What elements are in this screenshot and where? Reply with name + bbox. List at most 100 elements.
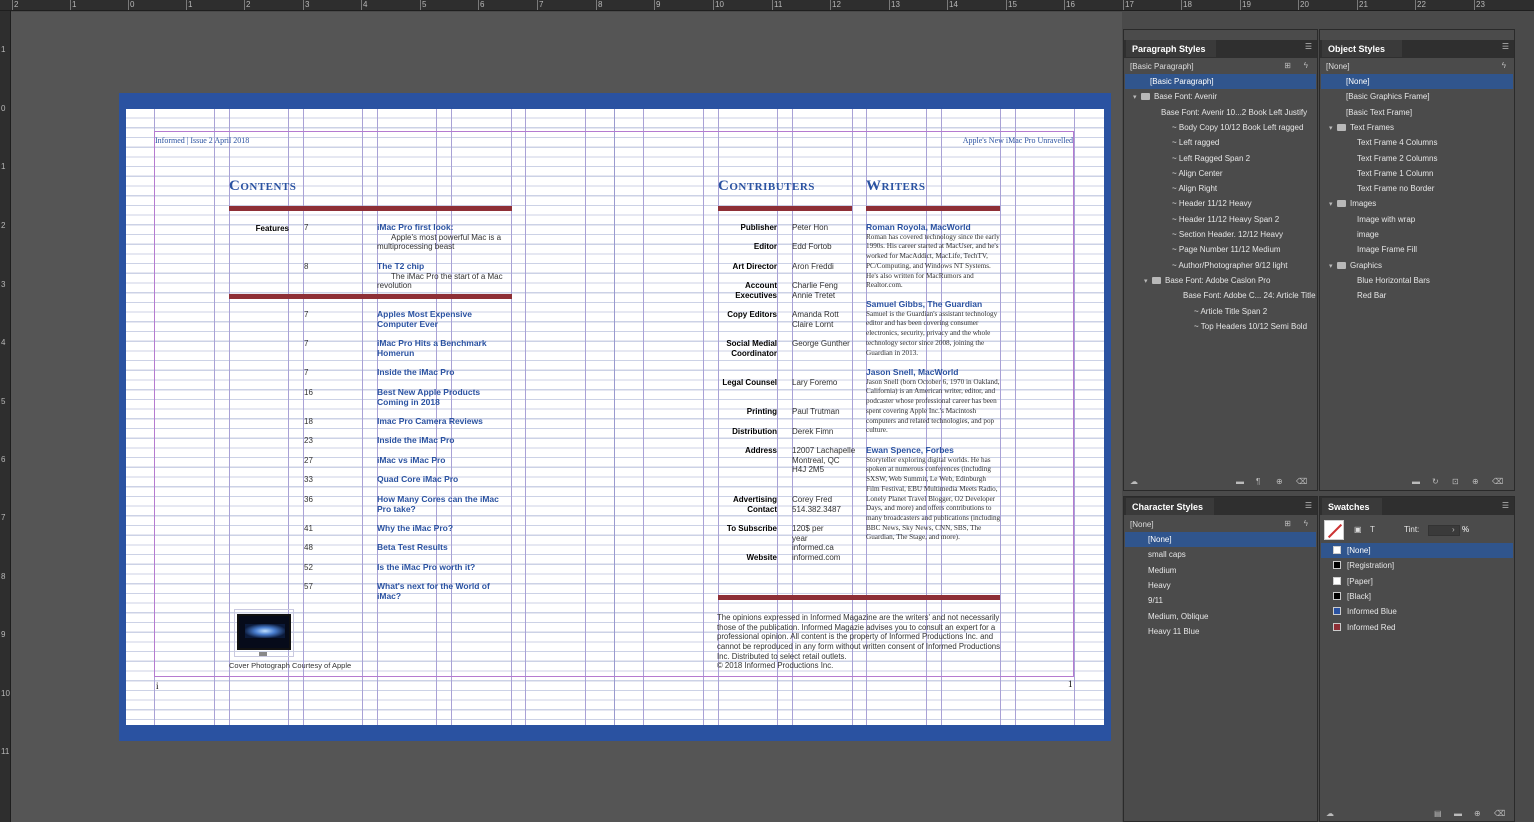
style-item[interactable]: image: [1321, 227, 1513, 242]
new-color-group-icon[interactable]: ▤: [1434, 809, 1442, 818]
lightning-icon[interactable]: ϟ: [1304, 61, 1308, 70]
folder-icon[interactable]: ▬: [1236, 477, 1244, 486]
contents-entry[interactable]: iMac Pro first look: Apple's most powerfu…: [377, 222, 512, 252]
document-spread[interactable]: Informed | Issue 2 April 2018 Apple's Ne…: [126, 109, 1104, 725]
contents-entry-title[interactable]: Inside the iMac Pro: [377, 435, 512, 446]
contents-entry-title[interactable]: The T2 chip: [377, 261, 512, 272]
style-item[interactable]: ~ Header 11/12 Heavy: [1125, 196, 1316, 211]
contents-entry-title[interactable]: iMac Pro Hits a Benchmark Homerun: [377, 338, 512, 358]
lightning-icon[interactable]: ϟ: [1502, 61, 1506, 70]
contents-entry-title[interactable]: Beta Test Results: [377, 542, 512, 553]
character-styles-panel[interactable]: Character Styles ☰ [None] ⊞ ϟ [None] smal…: [1123, 496, 1318, 822]
contents-entry[interactable]: iMac Pro Hits a Benchmark Homerun: [377, 338, 512, 358]
imac-image[interactable]: [237, 614, 291, 650]
style-item[interactable]: Base Font: Adobe C... 24: Article Title: [1125, 288, 1316, 303]
lightning-icon[interactable]: ϟ: [1304, 519, 1308, 528]
style-item[interactable]: ~ Article Title Span 2: [1125, 304, 1316, 319]
style-item[interactable]: ▾ Text Frames: [1321, 120, 1513, 135]
formatting-text-icon[interactable]: T: [1370, 525, 1375, 534]
style-item[interactable]: [None]: [1321, 74, 1513, 90]
tab-paragraph-styles[interactable]: Paragraph Styles: [1126, 40, 1216, 57]
contents-entry[interactable]: Why the iMac Pro?: [377, 523, 512, 534]
contents-entry[interactable]: Best New Apple Products Coming in 2018: [377, 387, 512, 407]
contents-entry-title[interactable]: Quad Core iMac Pro: [377, 474, 512, 485]
panel-menu-icon[interactable]: ☰: [1502, 501, 1509, 510]
style-item[interactable]: Text Frame 2 Columns: [1321, 151, 1513, 166]
style-item[interactable]: Blue Horizontal Bars: [1321, 273, 1513, 288]
contents-entry-title[interactable]: Apples Most Expensive Computer Ever: [377, 309, 512, 329]
style-item[interactable]: ~ Align Center: [1125, 166, 1316, 181]
contents-entry[interactable]: Quad Core iMac Pro: [377, 474, 512, 485]
new-swatch-icon[interactable]: ⊕: [1474, 809, 1481, 818]
contents-entry-title[interactable]: iMac vs iMac Pro: [377, 455, 512, 466]
swatch-item[interactable]: Informed Blue: [1321, 604, 1513, 619]
contents-entry[interactable]: Inside the iMac Pro: [377, 367, 512, 378]
style-item[interactable]: ▾ Base Font: Avenir: [1125, 89, 1316, 104]
horizontal-ruler[interactable]: 2 1 0 1 2 3 4 5 6 7 8 9 10 11 12 13 14 15 16 17 18 19 20 21 22 23: [0, 0, 1534, 11]
panel-menu-icon[interactable]: ☰: [1502, 42, 1509, 51]
style-item[interactable]: ~ Section Header. 12/12 Heavy: [1125, 227, 1316, 242]
contents-entry[interactable]: What's next for the World of iMac?: [377, 581, 512, 601]
disclosure-triangle-icon[interactable]: ▾: [1329, 121, 1337, 136]
style-item[interactable]: ▾ Graphics: [1321, 258, 1513, 273]
swatch-item[interactable]: Informed Red: [1321, 620, 1513, 635]
contents-entry[interactable]: iMac vs iMac Pro: [377, 455, 512, 466]
clear-attributes-icon[interactable]: ⊡: [1452, 477, 1459, 486]
folder-icon[interactable]: ▬: [1454, 809, 1462, 818]
vertical-ruler[interactable]: 1 0 1 2 3 4 5 6 7 8 9 10 11: [0, 11, 11, 822]
style-item[interactable]: ~ Align Right: [1125, 181, 1316, 196]
swatch-options-icon[interactable]: ☁: [1326, 809, 1334, 818]
new-style-group-icon[interactable]: ⊞: [1284, 61, 1291, 70]
panel-menu-icon[interactable]: ☰: [1305, 501, 1312, 510]
contents-entry[interactable]: Is the iMac Pro worth it?: [377, 562, 512, 573]
trash-icon[interactable]: ⌫: [1492, 477, 1503, 486]
contents-entry-title[interactable]: Imac Pro Camera Reviews: [377, 416, 512, 427]
swatch-item[interactable]: [Paper]: [1321, 574, 1513, 589]
style-item[interactable]: Text Frame 1 Column: [1321, 166, 1513, 181]
style-item[interactable]: Text Frame 4 Columns: [1321, 135, 1513, 150]
new-style-icon[interactable]: ⊕: [1472, 477, 1479, 486]
contents-entry-title[interactable]: Is the iMac Pro worth it?: [377, 562, 512, 573]
style-item[interactable]: ~ Header 11/12 Heavy Span 2: [1125, 212, 1316, 227]
disclosure-triangle-icon[interactable]: ▾: [1329, 259, 1337, 274]
contents-entry-title[interactable]: What's next for the World of iMac?: [377, 581, 512, 601]
style-item[interactable]: [Basic Graphics Frame]: [1321, 89, 1513, 104]
style-item[interactable]: ▾ Base Font: Adobe Caslon Pro: [1125, 273, 1316, 288]
contents-entry[interactable]: How Many Cores can the iMac Pro take?: [377, 494, 512, 514]
character-style-item[interactable]: Heavy: [1125, 578, 1316, 593]
tint-stepper-icon[interactable]: ›: [1452, 525, 1455, 534]
contents-entry-title[interactable]: Inside the iMac Pro: [377, 367, 512, 378]
trash-icon[interactable]: ⌫: [1494, 809, 1505, 818]
clear-overrides-icon[interactable]: ↻: [1432, 477, 1439, 486]
contents-entry[interactable]: Inside the iMac Pro: [377, 435, 512, 446]
swatch-item[interactable]: [None]: [1321, 543, 1513, 559]
new-style-icon[interactable]: ⊕: [1276, 477, 1283, 486]
style-item[interactable]: Base Font: Avenir 10...2 Book Left Justi…: [1125, 105, 1316, 120]
contents-entry[interactable]: The T2 chip The iMac Pro the start of a M…: [377, 261, 512, 291]
character-style-item[interactable]: Medium, Oblique: [1125, 609, 1316, 624]
contents-entry[interactable]: Beta Test Results: [377, 542, 512, 553]
disclosure-triangle-icon[interactable]: ▾: [1144, 274, 1152, 289]
style-item[interactable]: ~ Left ragged: [1125, 135, 1316, 150]
style-item[interactable]: Image with wrap: [1321, 212, 1513, 227]
style-item[interactable]: ▾ Images: [1321, 196, 1513, 211]
panel-menu-icon[interactable]: ☰: [1305, 42, 1312, 51]
character-style-item[interactable]: [None]: [1125, 532, 1316, 548]
formatting-container-icon[interactable]: ▣: [1354, 525, 1362, 534]
character-style-item[interactable]: small caps: [1125, 547, 1316, 562]
swatches-panel[interactable]: Swatches ☰ ▣ T Tint: › % ☁ ▤ ▬ ⊕ ⌫ [None…: [1319, 496, 1515, 822]
tint-input[interactable]: [1428, 525, 1460, 536]
style-item[interactable]: [Basic Paragraph]: [1125, 74, 1316, 90]
folder-icon[interactable]: ▬: [1412, 477, 1420, 486]
contents-entry-title[interactable]: Best New Apple Products Coming in 2018: [377, 387, 512, 407]
swatch-item[interactable]: [Registration]: [1321, 558, 1513, 573]
contents-entry-title[interactable]: How Many Cores can the iMac Pro take?: [377, 494, 512, 514]
contents-entry-title[interactable]: iMac Pro first look:: [377, 222, 512, 233]
new-style-group-icon[interactable]: ⊞: [1284, 519, 1291, 528]
character-style-item[interactable]: Medium: [1125, 563, 1316, 578]
style-item[interactable]: ~ Left Ragged Span 2: [1125, 151, 1316, 166]
style-item[interactable]: Red Bar: [1321, 288, 1513, 303]
swatch-item[interactable]: [Black]: [1321, 589, 1513, 604]
object-styles-panel[interactable]: Object Styles ☰ [None] ϟ ▬ ↻ ⊡ ⊕ ⌫ [None…: [1319, 29, 1515, 491]
trash-icon[interactable]: ⌫: [1296, 477, 1307, 486]
